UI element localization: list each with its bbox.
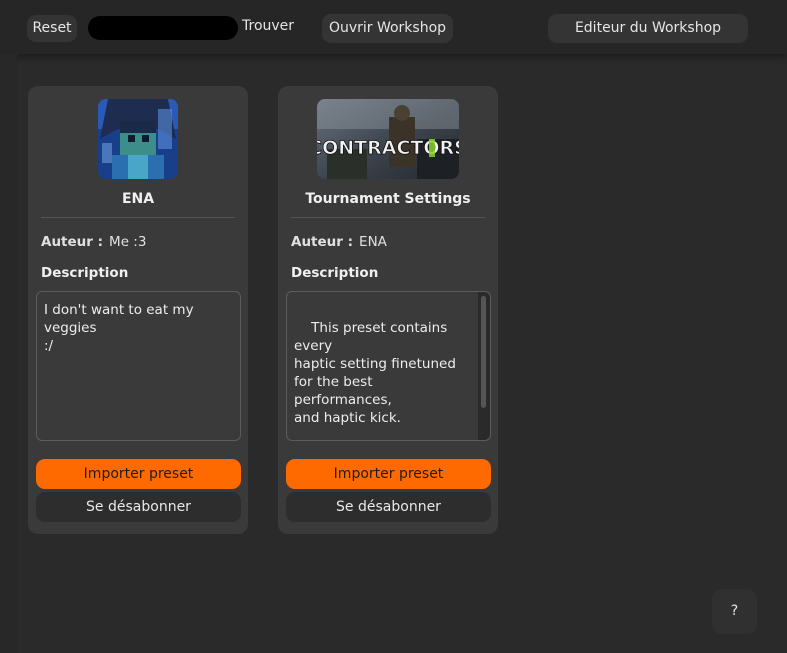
workshop-editor-button[interactable]: Editeur du Workshop (548, 14, 748, 43)
preset-title: ENA (121, 191, 155, 207)
author-row: Auteur : Me :3 (41, 234, 146, 250)
author-label: Auteur : (291, 234, 354, 250)
preset-card: ENA Auteur : Me :3 Description I don't wa… (28, 86, 248, 534)
description-box[interactable]: I don't want to eat my veggies :/ (36, 291, 241, 441)
scrollbar-thumb[interactable] (481, 296, 486, 408)
scrollbar-track[interactable] (478, 292, 490, 440)
author-row: Auteur : ENA (291, 234, 387, 250)
preset-thumbnail (98, 99, 178, 179)
author-value: Me :3 (109, 234, 147, 250)
help-button[interactable]: ? (712, 589, 757, 634)
author-value: ENA (359, 234, 387, 250)
reset-button[interactable]: Reset (27, 15, 77, 42)
svg-text:CONTRACTORS: CONTRACTORS (317, 137, 459, 159)
import-preset-button[interactable]: Importer preset (286, 459, 491, 489)
preset-card: CONTRACTORS Tournament Settings Auteur :… (278, 86, 498, 534)
unsubscribe-button[interactable]: Se désabonner (36, 492, 241, 522)
import-preset-button[interactable]: Importer preset (36, 459, 241, 489)
divider (291, 217, 485, 218)
divider (41, 217, 235, 218)
find-button[interactable]: Trouver (242, 18, 294, 34)
preset-title: Tournament Settings (305, 191, 471, 207)
search-input[interactable] (88, 16, 238, 40)
author-label: Auteur : (41, 234, 104, 250)
description-box[interactable]: This preset contains every haptic settin… (286, 291, 491, 441)
description-text: This preset contains every haptic settin… (294, 320, 456, 426)
left-panel-edge (0, 54, 17, 653)
description-label: Description (41, 265, 129, 281)
description-label: Description (291, 265, 379, 281)
top-toolbar: Reset Trouver Ouvrir Workshop Editeur du… (0, 0, 787, 54)
preset-thumbnail: CONTRACTORS (317, 99, 459, 179)
open-workshop-button[interactable]: Ouvrir Workshop (322, 14, 453, 43)
unsubscribe-button[interactable]: Se désabonner (286, 492, 491, 522)
